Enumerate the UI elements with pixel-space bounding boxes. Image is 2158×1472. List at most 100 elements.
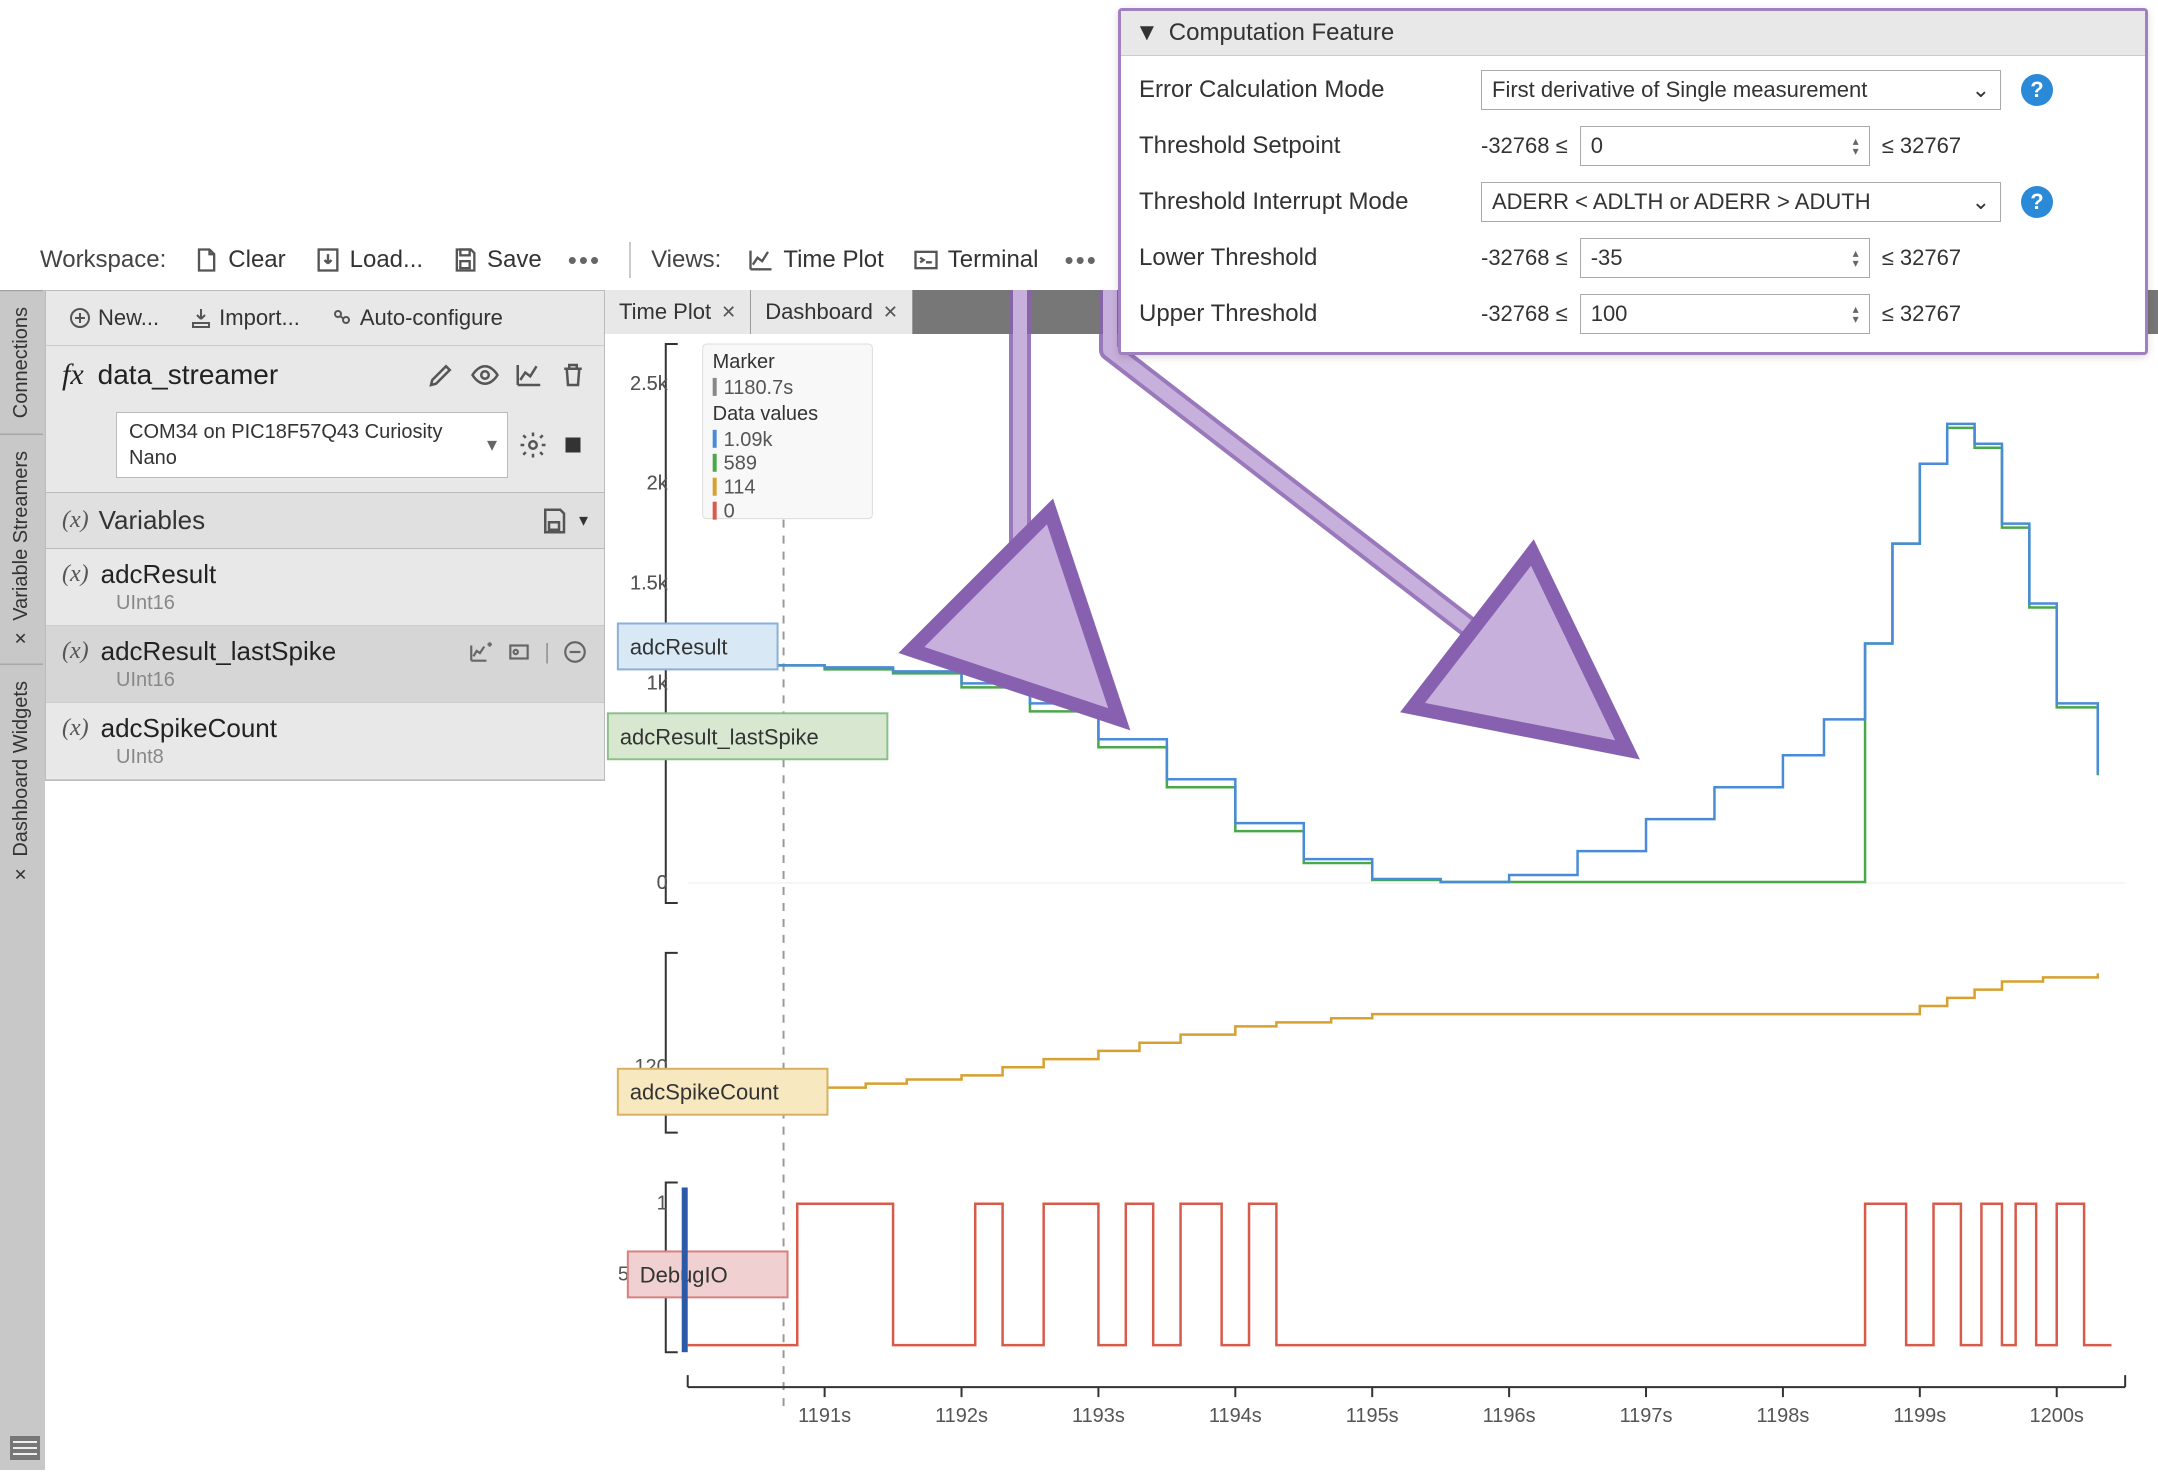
- wand-icon: [330, 306, 354, 330]
- hamburger-icon[interactable]: [10, 1436, 40, 1460]
- views-more-button[interactable]: •••: [1057, 245, 1106, 276]
- widget-icon[interactable]: [506, 639, 532, 665]
- new-button[interactable]: New...: [58, 299, 169, 337]
- svg-text:0: 0: [657, 872, 668, 894]
- x-icon: (x): [62, 715, 89, 742]
- threshold-interrupt-label: Threshold Interrupt Mode: [1139, 188, 1469, 216]
- svg-text:1194s: 1194s: [1209, 1405, 1262, 1427]
- variables-header: (x) Variables ▾: [46, 492, 604, 549]
- lower-threshold-input[interactable]: -35▴▾: [1580, 238, 1870, 278]
- x-icon: (x): [62, 507, 89, 534]
- svg-text:1197s: 1197s: [1620, 1405, 1673, 1427]
- spinner-icon[interactable]: ▴▾: [1853, 136, 1859, 156]
- help-icon[interactable]: ?: [2021, 186, 2053, 218]
- svg-text:1198s: 1198s: [1756, 1405, 1809, 1427]
- left-rail: Connections ✕Variable Streamers ✕Dashboa…: [0, 290, 45, 1470]
- timeplot-view-button[interactable]: Time Plot: [737, 240, 893, 280]
- save-icon: [451, 246, 479, 274]
- error-mode-label: Error Calculation Mode: [1139, 76, 1469, 104]
- error-mode-select[interactable]: First derivative of Single measurement⌄: [1481, 70, 2001, 110]
- terminal-view-button[interactable]: Terminal: [902, 240, 1049, 280]
- terminal-icon: [912, 246, 940, 274]
- svg-text:0: 0: [724, 501, 735, 523]
- fx-icon: fx: [62, 358, 84, 392]
- workspace-more-button[interactable]: •••: [560, 245, 609, 276]
- threshold-setpoint-input[interactable]: 0▴▾: [1580, 126, 1870, 166]
- close-icon[interactable]: ✕: [12, 629, 31, 648]
- file-icon: [192, 246, 220, 274]
- computation-feature-panel: ▼ Computation Feature Error Calculation …: [1118, 8, 2148, 355]
- toolbar-separator: [629, 242, 631, 278]
- spinner-icon[interactable]: ▴▾: [1853, 248, 1859, 268]
- threshold-setpoint-label: Threshold Setpoint: [1139, 132, 1469, 160]
- streamer-header: fx data_streamer: [46, 346, 604, 404]
- svg-text:589: 589: [724, 453, 757, 475]
- svg-text:Marker: Marker: [713, 351, 775, 373]
- svg-text:1: 1: [657, 1193, 668, 1215]
- collapse-triangle-icon[interactable]: ▼: [1135, 19, 1159, 47]
- autoconfigure-button[interactable]: Auto-configure: [320, 299, 513, 337]
- clear-button[interactable]: Clear: [182, 240, 295, 280]
- views-label: Views:: [651, 246, 721, 274]
- svg-text:adcResult_lastSpike: adcResult_lastSpike: [620, 724, 819, 749]
- upper-threshold-label: Upper Threshold: [1139, 300, 1469, 328]
- chevron-down-icon: ⌄: [1972, 77, 1990, 103]
- eye-icon[interactable]: [470, 360, 500, 390]
- threshold-interrupt-select[interactable]: ADERR < ADLTH or ADERR > ADUTH⌄: [1481, 182, 2001, 222]
- var-item-adcSpikeCount[interactable]: (x)adcSpikeCount UInt8: [46, 703, 604, 780]
- remove-icon[interactable]: [562, 639, 588, 665]
- x-icon: (x): [62, 561, 89, 588]
- load-icon: [314, 246, 342, 274]
- chevron-down-icon[interactable]: ▾: [579, 510, 588, 531]
- svg-text:1.09k: 1.09k: [724, 429, 773, 451]
- streamer-name: data_streamer: [98, 359, 279, 391]
- svg-text:1k: 1k: [647, 672, 668, 694]
- workspace-label: Workspace:: [40, 246, 166, 274]
- rail-tab-dashboard-widgets[interactable]: ✕Dashboard Widgets: [0, 664, 43, 900]
- svg-text:Data values: Data values: [713, 403, 818, 425]
- svg-text:2k: 2k: [647, 473, 668, 495]
- rail-tab-variable-streamers[interactable]: ✕Variable Streamers: [0, 434, 43, 664]
- save-button[interactable]: Save: [441, 240, 552, 280]
- variable-streamers-panel: New... Import... Auto-configure fx data_…: [45, 290, 605, 781]
- svg-text:1192s: 1192s: [935, 1405, 988, 1427]
- plot-add-icon[interactable]: [468, 639, 494, 665]
- svg-text:1.5k: 1.5k: [630, 573, 668, 595]
- load-button[interactable]: Load...: [304, 240, 433, 280]
- plot-icon[interactable]: [514, 360, 544, 390]
- import-button[interactable]: Import...: [179, 299, 310, 337]
- source-row: COM34 on PIC18F57Q43 Curiosity Nano: [46, 404, 604, 492]
- import-icon: [189, 306, 213, 330]
- svg-text:1196s: 1196s: [1483, 1405, 1536, 1427]
- save-icon[interactable]: [539, 506, 569, 536]
- plus-circle-icon: [68, 306, 92, 330]
- stop-icon[interactable]: [558, 430, 588, 460]
- upper-threshold-input[interactable]: 100▴▾: [1580, 294, 1870, 334]
- close-icon[interactable]: ✕: [883, 302, 898, 323]
- svg-text:1199s: 1199s: [1893, 1405, 1946, 1427]
- svg-text:adcResult: adcResult: [630, 634, 728, 659]
- tab-dashboard[interactable]: Dashboard✕: [751, 290, 913, 334]
- svg-text:114: 114: [724, 477, 756, 499]
- var-item-adcResult-lastSpike[interactable]: (x)adcResult_lastSpike | UInt16: [46, 626, 604, 703]
- spinner-icon[interactable]: ▴▾: [1853, 304, 1859, 324]
- svg-text:2.5k: 2.5k: [630, 373, 668, 395]
- source-select[interactable]: COM34 on PIC18F57Q43 Curiosity Nano: [116, 412, 508, 478]
- time-plot-area[interactable]: 01k1.5k2k2.5k2.5k2k1.5k1k0Marker1180.7sD…: [605, 334, 2148, 1462]
- tab-time-plot[interactable]: Time Plot✕: [605, 290, 751, 334]
- svg-text:adcSpikeCount: adcSpikeCount: [630, 1080, 779, 1105]
- chart-icon: [747, 246, 775, 274]
- svg-text:1200s: 1200s: [2030, 1405, 2084, 1427]
- close-icon[interactable]: ✕: [721, 302, 736, 323]
- lower-threshold-label: Lower Threshold: [1139, 244, 1469, 272]
- help-icon[interactable]: ?: [2021, 74, 2053, 106]
- x-icon: (x): [62, 638, 89, 665]
- gear-icon[interactable]: [518, 430, 548, 460]
- panel-header[interactable]: ▼ Computation Feature: [1121, 11, 2145, 56]
- edit-icon[interactable]: [426, 360, 456, 390]
- rail-tab-connections[interactable]: Connections: [0, 290, 43, 434]
- trash-icon[interactable]: [558, 360, 588, 390]
- svg-text:1180.7s: 1180.7s: [724, 377, 794, 399]
- var-item-adcResult[interactable]: (x)adcResult UInt16: [46, 549, 604, 626]
- close-icon[interactable]: ✕: [12, 865, 31, 884]
